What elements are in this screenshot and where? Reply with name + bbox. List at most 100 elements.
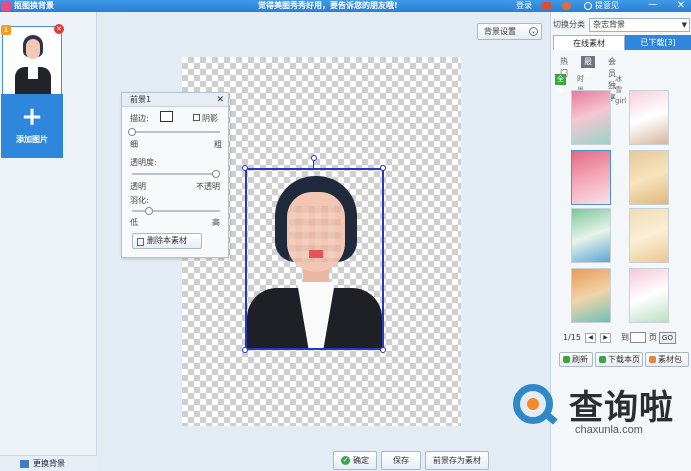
resize-handle-top-left[interactable]: [242, 165, 248, 171]
download-page-button[interactable]: 下载本页: [595, 352, 643, 367]
panel-header[interactable]: 前景1 ✕: [122, 93, 228, 107]
foreground-photo[interactable]: [245, 168, 384, 350]
material-pack-button[interactable]: 素材包: [645, 352, 689, 367]
category-value: 杂志背景: [593, 20, 625, 29]
plus-icon: +: [21, 102, 43, 132]
check-icon: ✓: [341, 456, 350, 465]
thick-label: 粗: [214, 140, 222, 149]
help-icon[interactable]: [584, 2, 592, 10]
magnifier-dot: [527, 398, 539, 410]
material-tile[interactable]: [571, 150, 611, 205]
shadow-checkbox[interactable]: [193, 114, 200, 121]
go-button[interactable]: GO: [659, 332, 676, 344]
image-thumbnail[interactable]: 1 ✕: [1, 24, 64, 101]
low-label: 低: [130, 218, 138, 227]
rotate-handle-line: [313, 161, 314, 168]
background-settings-label: 背景设置: [484, 27, 516, 36]
add-image-button[interactable]: + 添加图片: [1, 94, 63, 158]
panel-close-icon[interactable]: ✕: [216, 93, 224, 107]
transparent-label: 透明: [130, 182, 146, 191]
material-tile[interactable]: [571, 90, 611, 145]
gift-icon[interactable]: [562, 2, 571, 10]
opaque-label: 不透明: [196, 182, 220, 191]
thumbnail-person-image: [13, 33, 53, 95]
confirm-label: 确定: [353, 456, 369, 465]
package-icon: [649, 356, 656, 363]
filter-all[interactable]: 全部: [555, 74, 566, 94]
thumbnail-index-badge: 1: [1, 25, 11, 35]
promo-text: 觉得美图秀秀好用，要告诉您的朋友哦!: [258, 1, 398, 10]
change-background-button[interactable]: 更换背景: [0, 455, 97, 471]
resize-handle-top-right[interactable]: [380, 165, 386, 171]
download-page-label: 下载本页: [608, 355, 640, 364]
feedback-link[interactable]: 提意见: [595, 0, 619, 12]
add-image-label: 添加图片: [16, 135, 48, 144]
feather-label: 羽化:: [130, 196, 149, 205]
background-settings-button[interactable]: 背景设置 ⌄: [477, 23, 542, 40]
border-label: 描边:: [130, 114, 149, 123]
watermark-url: chaxunla.com: [575, 424, 643, 436]
app-title: 抠图换背景: [14, 1, 54, 10]
border-color-swatch[interactable]: [160, 111, 173, 122]
material-tile[interactable]: [571, 208, 611, 263]
opacity-slider[interactable]: [132, 173, 220, 175]
material-tile[interactable]: [629, 90, 669, 145]
watermark-logo: 查询啦 chaxunla.com: [503, 376, 691, 448]
opacity-slider-knob[interactable]: [212, 170, 220, 178]
chevron-down-icon: ⌄: [529, 27, 538, 36]
watermark-text: 查询啦: [569, 388, 674, 428]
resize-handle-bottom-left[interactable]: [242, 347, 248, 353]
trash-icon: [137, 238, 144, 246]
delete-material-button[interactable]: 删除本素材: [132, 233, 202, 249]
material-tile[interactable]: [571, 268, 611, 323]
material-tabs: 在线素材 已下载[3]: [553, 35, 691, 50]
opacity-label: 透明度:: [130, 158, 157, 167]
switch-category-label: 切换分类: [553, 20, 585, 29]
subtab-member-only[interactable]: 会员独享: [605, 56, 619, 102]
border-slider[interactable]: [132, 131, 220, 133]
delete-material-label: 删除本素材: [147, 236, 187, 245]
material-tile[interactable]: [629, 208, 669, 263]
refresh-icon: [563, 356, 570, 363]
login-link[interactable]: 登录: [516, 0, 532, 12]
person-cutout-image: [247, 170, 382, 348]
refresh-button[interactable]: 刷新: [559, 352, 593, 367]
category-select[interactable]: 杂志背景 ▼: [589, 18, 690, 32]
foreground-settings-panel: 前景1 ✕ 描边: 阴影 细 粗 透明度: 透明 不透明 羽化: 低 高 删除本…: [121, 92, 229, 258]
high-label: 高: [212, 218, 220, 227]
goto-label: 到: [621, 333, 629, 342]
subtab-newest[interactable]: 最新: [581, 56, 595, 78]
material-tile[interactable]: [629, 268, 669, 323]
minimize-button[interactable]: —: [646, 0, 660, 12]
material-tile[interactable]: [629, 150, 669, 205]
tab-online-materials[interactable]: 在线素材: [553, 35, 625, 50]
next-page-button[interactable]: ▶: [600, 333, 611, 343]
background-icon: [20, 460, 29, 468]
thin-label: 细: [130, 140, 138, 149]
prev-page-button[interactable]: ◀: [585, 333, 596, 343]
confirm-button[interactable]: ✓ 确定: [333, 451, 377, 470]
page-word-label: 页: [649, 333, 657, 342]
filter-ice-girl[interactable]: 冰雪girl: [615, 74, 626, 105]
page-number-input[interactable]: [630, 332, 646, 343]
category-row: 切换分类 杂志背景 ▼: [551, 18, 691, 32]
filter-fashion-girl[interactable]: 时尚girl: [577, 74, 588, 105]
feather-slider-knob[interactable]: [144, 207, 153, 215]
rotate-handle[interactable]: [311, 155, 317, 161]
close-window-button[interactable]: ✕: [674, 0, 688, 12]
magnifier-handle: [542, 410, 558, 425]
material-grid: [569, 90, 675, 330]
subtab-hot[interactable]: 热门: [557, 56, 571, 78]
change-background-label: 更换背景: [33, 459, 65, 468]
download-icon: [599, 356, 606, 363]
shop-bag-icon[interactable]: [542, 2, 551, 10]
tab-downloaded[interactable]: 已下载[3]: [625, 35, 691, 50]
save-button[interactable]: 保存: [381, 451, 421, 470]
border-slider-knob[interactable]: [128, 128, 136, 136]
resize-handle-bottom-right[interactable]: [380, 347, 386, 353]
save-as-material-button[interactable]: 前景存为素材: [425, 451, 489, 470]
panel-title: 前景1: [130, 95, 152, 104]
thumbnail-delete-icon[interactable]: ✕: [54, 24, 64, 34]
app-logo-icon: [1, 1, 11, 11]
refresh-label: 刷新: [572, 355, 588, 364]
